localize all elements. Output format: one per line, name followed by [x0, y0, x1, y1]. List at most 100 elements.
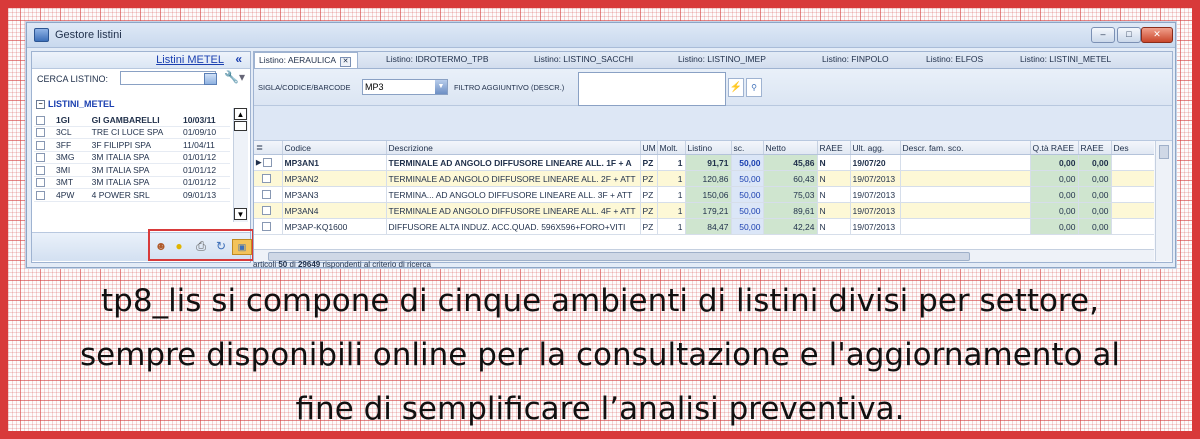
chevron-down-icon[interactable]: ▼: [435, 80, 447, 94]
listino-row[interactable]: 3MT 3M ITALIA SPA 01/01/12: [34, 176, 230, 189]
column-header[interactable]: RAEE: [817, 141, 851, 155]
listino-checkbox-cell[interactable]: [34, 151, 55, 164]
article-qty-raee: 0,00: [1030, 186, 1079, 203]
column-header[interactable]: Descr. fam. sco.: [900, 141, 1031, 155]
lightning-icon[interactable]: ⚡: [728, 78, 744, 97]
maximize-button[interactable]: □: [1117, 27, 1141, 43]
row-selector[interactable]: [254, 186, 283, 203]
article-netto: 75,03: [763, 186, 818, 203]
close-tab-icon[interactable]: ✕: [340, 57, 352, 67]
column-header[interactable]: Netto: [763, 141, 818, 155]
listino-row[interactable]: 1GI GI GAMBARELLI 10/03/11: [34, 114, 230, 127]
row-checkbox[interactable]: [261, 174, 271, 183]
listino-checkbox[interactable]: [36, 140, 45, 150]
listino-name: GI GAMBARELLI: [89, 114, 181, 127]
article-qty-raee: 0,00: [1030, 154, 1079, 171]
listino-checkbox[interactable]: [36, 178, 45, 188]
column-header[interactable]: Codice: [282, 141, 387, 155]
grid-vertical-scrollbar[interactable]: [1155, 141, 1172, 261]
listino-checkbox-cell[interactable]: [34, 188, 55, 202]
article-last-update: 19/07/2013: [850, 202, 901, 219]
listini-scrollbar[interactable]: ▲ ▼: [233, 108, 248, 222]
column-chooser-icon[interactable]: ≣: [254, 141, 283, 155]
scroll-thumb[interactable]: [234, 121, 247, 131]
row-checkbox[interactable]: [261, 190, 271, 199]
column-header[interactable]: Listino: [685, 141, 732, 155]
table-row[interactable]: MP3AN3 TERMINA... AD ANGOLO DIFFUSORE LIN…: [254, 186, 1154, 203]
tab-listini-metel[interactable]: Listino: LISTINI_METEL: [1020, 54, 1111, 64]
column-header[interactable]: sc.: [731, 141, 764, 155]
listino-checkbox[interactable]: [36, 190, 45, 200]
column-header[interactable]: Des: [1111, 141, 1154, 155]
listino-name: 3M ITALIA SPA: [89, 151, 181, 164]
title-bar[interactable]: Gestore listini – □ ✕: [27, 23, 1175, 48]
collapse-group-icon[interactable]: −: [36, 100, 45, 110]
row-checkbox[interactable]: [263, 158, 273, 167]
listino-row[interactable]: 3CL TRE CI LUCE SPA 01/09/10: [34, 126, 230, 139]
tab-elfos[interactable]: Listino: ELFOS: [926, 54, 983, 64]
user-icon[interactable]: ☻: [154, 239, 168, 253]
row-selector[interactable]: [254, 218, 283, 235]
row-selector[interactable]: [254, 170, 283, 187]
row-selector[interactable]: [254, 202, 283, 219]
search-listino-input[interactable]: [120, 71, 216, 85]
tab-aeraulica[interactable]: Listino: AERAULICA ✕: [254, 52, 359, 68]
tab-finpolo[interactable]: Listino: FINPOLO: [822, 54, 889, 64]
card-icon[interactable]: ▣: [232, 239, 252, 255]
articles-grid: ≣ Codice Descrizione UM Molt. Listino sc. Netto…: [254, 141, 1154, 249]
tab-listino-sacchi[interactable]: Listino: LISTINO_SACCHI: [534, 54, 633, 64]
article-discount: 50,00: [731, 154, 764, 171]
tab-idrotermo[interactable]: Listino: IDROTERMO_TPB: [386, 54, 489, 64]
wrench-icon[interactable]: 🔧▾: [224, 70, 245, 84]
listino-checkbox[interactable]: [36, 165, 45, 175]
code-filter-combo[interactable]: MP3 ▼: [362, 79, 448, 95]
search-icon[interactable]: [204, 73, 217, 85]
column-header[interactable]: Molt.: [657, 141, 686, 155]
listino-row[interactable]: 4PW 4 POWER SRL 09/01/13: [34, 188, 230, 202]
row-checkbox[interactable]: [261, 206, 271, 215]
sync-icon[interactable]: ↻: [214, 239, 228, 253]
extra-filter-label: FILTRO AGGIUNTIVO (DESCR.): [454, 83, 565, 92]
article-listino: 84,47: [685, 218, 732, 235]
listino-checkbox[interactable]: [36, 153, 45, 163]
close-button[interactable]: ✕: [1141, 27, 1173, 43]
search-icon[interactable]: ⚲: [746, 78, 762, 97]
column-header[interactable]: Q.tà RAEE: [1030, 141, 1079, 155]
bulb-icon[interactable]: ●: [172, 239, 186, 253]
scroll-down-icon[interactable]: ▼: [234, 208, 247, 220]
column-header[interactable]: UM: [640, 141, 658, 155]
table-row[interactable]: MP3AP-KQ1600 DIFFUSORE ALTA INDUZ. ACC.QU…: [254, 218, 1154, 235]
table-row[interactable]: MP3AN2 TERMINALE AD ANGOLO DIFFUSORE LINE…: [254, 170, 1154, 187]
row-selector[interactable]: ▶: [254, 154, 283, 171]
status-bar: articoli 50 di 29649 rispondenti al crit…: [253, 261, 1171, 269]
listini-group-header[interactable]: − LISTINI_METEL: [36, 99, 115, 110]
printer-icon[interactable]: ⎙: [194, 239, 208, 253]
column-header[interactable]: Descrizione: [386, 141, 641, 155]
listini-metel-link[interactable]: Listini METEL: [156, 54, 224, 66]
listino-checkbox[interactable]: [36, 115, 45, 125]
article-molt: 1: [657, 218, 686, 235]
listino-checkbox-cell[interactable]: [34, 138, 55, 152]
listino-checkbox-cell[interactable]: [34, 176, 55, 189]
vertical-scroll-thumb[interactable]: [1159, 145, 1169, 159]
listino-row[interactable]: 3MG 3M ITALIA SPA 01/01/12: [34, 151, 230, 164]
listino-checkbox[interactable]: [36, 128, 45, 138]
extra-filter-input[interactable]: [578, 72, 726, 106]
collapse-panel-icon[interactable]: «: [235, 52, 242, 66]
listino-checkbox-cell[interactable]: [34, 163, 55, 177]
table-row[interactable]: ▶ MP3AN1 TERMINALE AD ANGOLO DIFFUSORE LI…: [254, 154, 1154, 171]
scroll-up-icon[interactable]: ▲: [234, 108, 247, 120]
listino-checkbox-cell[interactable]: [34, 114, 55, 127]
listino-checkbox-cell[interactable]: [34, 126, 55, 139]
tab-listino-imep[interactable]: Listino: LISTINO_IMEP: [678, 54, 766, 64]
row-checkbox[interactable]: [261, 222, 271, 231]
listino-row[interactable]: 3MI 3M ITALIA SPA 01/01/12: [34, 163, 230, 177]
grouping-band: [254, 106, 1172, 141]
table-row[interactable]: MP3AN4 TERMINALE AD ANGOLO DIFFUSORE LINE…: [254, 202, 1154, 219]
article-listino: 91,71: [685, 154, 732, 171]
listino-code: 3MT: [54, 176, 90, 189]
listino-row[interactable]: 3FF 3F FILIPPI SPA 11/04/11: [34, 138, 230, 152]
column-header[interactable]: Ult. agg.: [850, 141, 901, 155]
minimize-button[interactable]: –: [1091, 27, 1115, 43]
column-header[interactable]: RAEE: [1078, 141, 1112, 155]
